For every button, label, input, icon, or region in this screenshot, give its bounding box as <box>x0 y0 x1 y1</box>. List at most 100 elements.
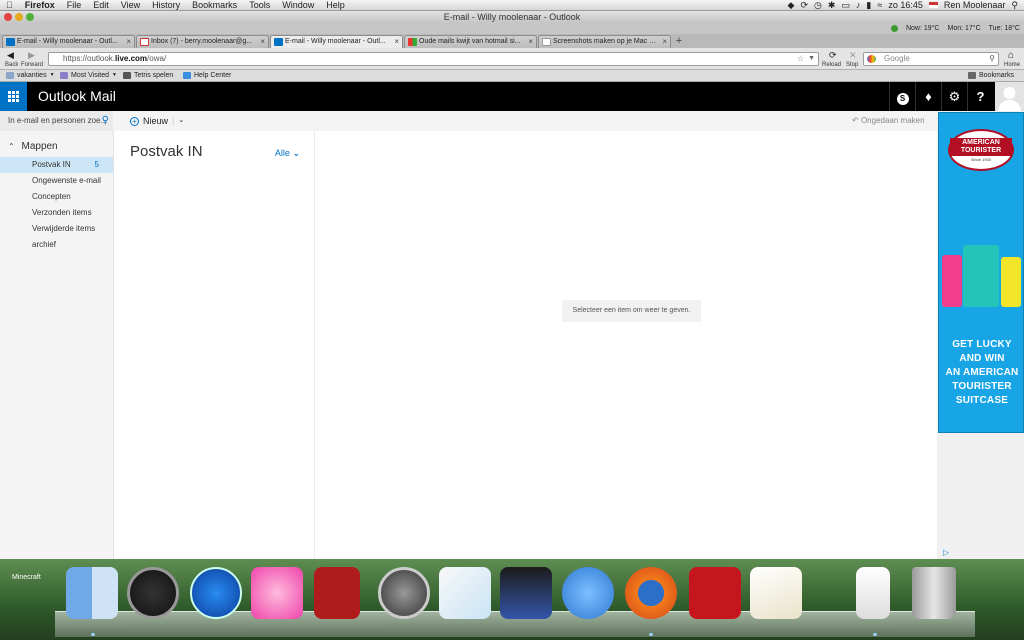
tab-screenshots[interactable]: Screenshots maken op je Mac - ... × <box>538 35 671 48</box>
tab-outlook-1[interactable]: E-mail - Willy moolenaar - Outl... × <box>2 35 135 48</box>
back-label[interactable]: Back <box>5 62 18 68</box>
url-dropdown-icon[interactable]: ▼ <box>808 53 815 65</box>
feather-icon[interactable] <box>439 567 491 619</box>
wifi-icon[interactable]: ≈ <box>877 0 882 10</box>
user-name[interactable]: Ren Moolenaar <box>944 0 1006 10</box>
back-arrow-icon[interactable]: ◀ <box>7 50 14 61</box>
stop-icon[interactable]: ✕ <box>849 50 857 61</box>
yellow-suitcase-icon <box>1001 257 1021 307</box>
forward-arrow-icon[interactable]: ▶ <box>28 50 35 61</box>
bookmark-star-icon[interactable]: ☆ <box>797 53 804 65</box>
undo-button[interactable]: ↶ Ongedaan maken <box>852 111 925 131</box>
flag-icon[interactable] <box>928 2 938 8</box>
imovie-icon[interactable] <box>500 567 552 619</box>
bookmark-most-visited[interactable]: Most Visited ▼ <box>60 70 117 81</box>
sync-icon[interactable]: ⟳ <box>800 0 808 10</box>
filter-dropdown[interactable]: Alle ⌄ <box>275 148 300 159</box>
butterfly-icon[interactable] <box>251 567 303 619</box>
clock[interactable]: zo 16:45 <box>888 0 923 10</box>
battery-icon[interactable]: ▮ <box>866 0 871 10</box>
itunes-icon[interactable] <box>190 567 242 619</box>
help-question-icon[interactable]: ? <box>967 82 993 111</box>
menu-tools[interactable]: Tools <box>243 0 276 10</box>
search-icon[interactable]: ⚲ <box>102 111 109 131</box>
app-launcher-icon[interactable] <box>0 82 27 111</box>
zoom-window-button[interactable] <box>26 13 34 21</box>
home-label[interactable]: Home <box>1004 62 1020 68</box>
bookmark-vakanties[interactable]: vakanties ▼ <box>6 70 55 81</box>
dropbox-icon[interactable]: ◆ <box>788 0 795 10</box>
photo-booth-icon[interactable] <box>314 567 360 619</box>
skype-icon[interactable]: S <box>889 82 915 111</box>
avatar[interactable] <box>995 82 1024 111</box>
menu-view[interactable]: View <box>115 0 146 10</box>
chevron-up-icon[interactable]: ⌃ <box>8 142 15 151</box>
url-bar[interactable]: https://outlook.live.com/owa/ ☆ ▼ <box>48 52 819 66</box>
mac-dock: Minecraft <box>0 559 1024 640</box>
volume-icon[interactable]: ♪ <box>856 0 861 10</box>
mail-search-input[interactable]: In e-mail en personen zoe... ⚲ <box>0 111 113 131</box>
facetime-icon[interactable] <box>562 567 614 619</box>
tab-label: E-mail - Willy moolenaar - Outl... <box>17 38 118 45</box>
trash-icon[interactable] <box>912 567 956 619</box>
tab-hotmail-article[interactable]: Oude mails kwijt van hotmail si... × <box>404 35 537 48</box>
new-tab-button[interactable]: + <box>672 36 686 48</box>
time-machine-icon[interactable] <box>378 567 430 619</box>
close-tab-icon[interactable]: × <box>662 36 667 48</box>
web-search-field[interactable]: Google ⚲ <box>863 52 999 66</box>
menu-bookmarks[interactable]: Bookmarks <box>186 0 243 10</box>
tab-gmail[interactable]: Inbox (7) - berry.moolenaar@g... × <box>136 35 269 48</box>
downloads-stack-icon[interactable] <box>856 567 890 619</box>
close-window-button[interactable] <box>4 13 12 21</box>
close-tab-icon[interactable]: × <box>126 36 131 48</box>
minimize-window-button[interactable] <box>15 13 23 21</box>
adchoices-icon[interactable]: ▷ <box>943 548 949 557</box>
bookmark-tetris[interactable]: Tetris spelen <box>123 70 173 81</box>
acrobat-icon[interactable] <box>689 567 741 619</box>
tab-outlook-active[interactable]: E-mail - Willy moolenaar - Outl... × <box>270 35 403 48</box>
finder-icon[interactable] <box>66 567 118 619</box>
advertisement-banner[interactable]: AMERICAN TOURISTER Since 1933 GET LUCKY … <box>938 112 1024 433</box>
chevron-down-icon[interactable]: ⌄ <box>178 111 184 131</box>
bluetooth-icon[interactable]: ✱ <box>828 0 836 10</box>
search-icon[interactable]: ⚲ <box>989 53 995 65</box>
close-tab-icon[interactable]: × <box>528 36 533 48</box>
bookmark-help-center[interactable]: Help Center <box>183 70 231 81</box>
new-mail-button[interactable]: + Nieuw | ⌄ <box>130 111 184 131</box>
home-icon[interactable]: ⌂ <box>1008 50 1014 61</box>
bookmarks-menu[interactable]: Bookmarks <box>968 70 1014 81</box>
menu-window[interactable]: Window <box>276 0 320 10</box>
dashboard-icon[interactable] <box>127 567 179 619</box>
reload-label[interactable]: Reload <box>822 62 841 68</box>
folder-inbox[interactable]: Postvak IN 5 <box>0 157 113 173</box>
close-tab-icon[interactable]: × <box>260 36 265 48</box>
windows-icon <box>408 38 417 46</box>
help-icon <box>183 72 191 79</box>
spotlight-icon[interactable]: ⚲ <box>1011 0 1018 10</box>
firefox-icon[interactable] <box>625 567 677 619</box>
menu-file[interactable]: File <box>61 0 88 10</box>
folder-junk[interactable]: Ongewenste e-mail <box>0 173 113 189</box>
bell-icon[interactable]: ♦ <box>915 82 941 111</box>
bookmark-label: vakanties <box>17 72 47 79</box>
close-tab-icon[interactable]: × <box>394 36 399 48</box>
menu-edit[interactable]: Edit <box>87 0 115 10</box>
display-icon[interactable]: ▭ <box>841 0 850 10</box>
menu-history[interactable]: History <box>146 0 186 10</box>
folder-drafts[interactable]: Concepten <box>0 189 113 205</box>
folders-heading[interactable]: ⌃ Mappen <box>8 141 58 152</box>
forward-label[interactable]: Forward <box>21 62 43 68</box>
menu-app-name[interactable]: Firefox <box>19 0 61 10</box>
reload-icon[interactable]: ⟳ <box>829 50 837 61</box>
folder-sent[interactable]: Verzonden items <box>0 205 113 221</box>
outlook-brand[interactable]: Outlook Mail <box>38 82 116 111</box>
textedit-icon[interactable] <box>750 567 802 619</box>
apple-icon[interactable]:  <box>0 0 19 10</box>
window-titlebar: E-mail - Willy moolenaar - Outlook <box>0 11 1024 23</box>
folder-deleted[interactable]: Verwijderde items <box>0 221 113 237</box>
stop-label[interactable]: Stop <box>846 62 858 68</box>
menu-help[interactable]: Help <box>320 0 351 10</box>
time-machine-menu-icon[interactable]: ◷ <box>814 0 822 10</box>
folder-archive[interactable]: archief <box>0 237 113 253</box>
gear-icon[interactable]: ⚙ <box>941 82 967 111</box>
